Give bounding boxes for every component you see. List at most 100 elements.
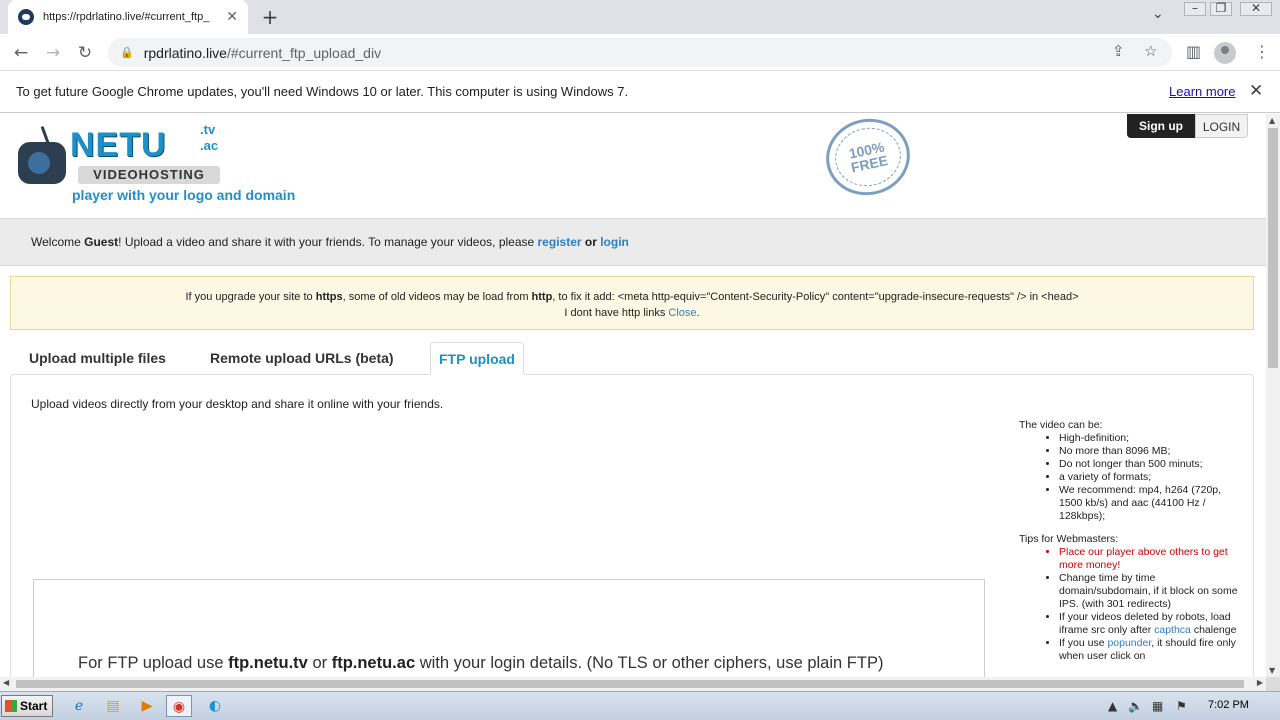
captcha-link[interactable]: capthca: [1154, 624, 1191, 636]
logo-tld-ac: .ac: [200, 138, 219, 153]
notice-text-b: , some of old videos may be load from: [342, 291, 532, 303]
login-link[interactable]: login: [600, 235, 629, 249]
site-favicon-icon: [18, 9, 34, 25]
reload-icon[interactable]: ↻: [72, 40, 98, 66]
vertical-scroll-thumb[interactable]: [1268, 128, 1278, 368]
bookmark-star-icon[interactable]: ☆: [1144, 42, 1157, 60]
browser-tab[interactable]: https://rpdrlatino.live/#current_ftp_ ✕: [8, 0, 248, 34]
site-header: NETU .tv .ac VIDEOHOSTING player with yo…: [0, 114, 1266, 218]
welcome-guest: Guest: [84, 235, 119, 249]
notice-text-a: If you upgrade your site to: [185, 291, 316, 303]
notice-https: https: [315, 291, 343, 303]
chrome-icon[interactable]: ◉: [166, 695, 192, 717]
start-button[interactable]: Start: [1, 695, 53, 717]
address-bar[interactable]: 🔒 rpdrlatino.live/#current_ftp_upload_di…: [108, 38, 1172, 67]
learn-more-link[interactable]: Learn more: [1169, 84, 1235, 99]
video-requirements-list: High-definition; No more than 8096 MB; D…: [1059, 432, 1239, 523]
ftp-text-b: with your login details. (No TLS or othe…: [415, 654, 884, 672]
side-panel-icon[interactable]: ▥: [1186, 42, 1201, 61]
file-explorer-icon[interactable]: ▤: [100, 695, 126, 717]
tips-list: Place our player above others to get mor…: [1059, 546, 1239, 663]
tray-expand-icon[interactable]: ▲: [1108, 699, 1117, 713]
network-icon[interactable]: ▦: [1152, 699, 1163, 713]
tips-heading: Tips for Webmasters:: [1019, 533, 1119, 545]
scroll-up-icon[interactable]: ▲: [1269, 116, 1275, 125]
close-tab-icon[interactable]: ✕: [226, 9, 238, 25]
update-infobar: To get future Google Chrome updates, you…: [0, 71, 1280, 113]
tab-strip: https://rpdrlatino.live/#current_ftp_ ✕ …: [0, 0, 1280, 34]
start-label: Start: [20, 699, 48, 713]
browser-toolbar: ← → ↻ 🔒 rpdrlatino.live/#current_ftp_upl…: [0, 34, 1280, 71]
internet-explorer-icon[interactable]: ℯ: [66, 695, 92, 717]
upload-intro: Upload videos directly from your desktop…: [31, 397, 444, 411]
ftp-instructions: For FTP upload use ftp.netu.tv or ftp.ne…: [78, 654, 883, 673]
url-path: /#current_ftp_upload_div: [226, 44, 382, 61]
edge-icon[interactable]: ◐: [202, 695, 228, 717]
welcome-text: ! Upload a video and share it with your …: [118, 235, 538, 249]
scroll-left-icon[interactable]: ◀: [3, 678, 9, 687]
notice-line-2: I dont have http links Close.: [11, 305, 1253, 321]
taskbar-clock[interactable]: 7:02 PM: [1208, 699, 1249, 711]
notice-text-d: I dont have http links: [564, 307, 669, 319]
tip3-text-end: chalenge: [1190, 624, 1237, 636]
windows-flag-icon: [5, 700, 17, 712]
media-player-icon[interactable]: ▶: [134, 695, 160, 717]
share-icon[interactable]: ⇪: [1112, 42, 1125, 60]
notice-http: http: [531, 291, 553, 303]
volume-icon[interactable]: 🔈: [1128, 699, 1143, 713]
window-close-button[interactable]: ✕: [1240, 2, 1272, 16]
taskbar: Start ℯ ▤ ▶ ◉ ◐ ▲ 🔈 ▦ ⚑ 7:02 PM: [0, 691, 1280, 720]
scroll-down-icon[interactable]: ▼: [1269, 666, 1275, 675]
scroll-corner: [1266, 677, 1280, 691]
tip-item: Place our player above others to get mor…: [1059, 546, 1239, 572]
tab-title: https://rpdrlatino.live/#current_ftp_: [43, 11, 210, 23]
video-can-be-heading: The video can be:: [1019, 419, 1103, 431]
minimize-button[interactable]: –: [1184, 2, 1206, 16]
welcome-bar: Welcome Guest! Upload a video and share …: [0, 218, 1266, 266]
ftp-info-box: For FTP upload use ftp.netu.tv or ftp.ne…: [33, 579, 985, 677]
notice-period: .: [696, 307, 700, 319]
back-icon[interactable]: ←: [8, 40, 34, 66]
notice-close-link[interactable]: Close: [668, 307, 696, 319]
login-button[interactable]: LOGIN: [1195, 114, 1248, 138]
signup-button[interactable]: Sign up: [1127, 114, 1195, 138]
tip-item: If your videos deleted by robots, load i…: [1059, 611, 1239, 637]
menu-kebab-icon[interactable]: ⋮: [1254, 42, 1270, 61]
tab-upload-multiple[interactable]: Upload multiple files: [29, 342, 166, 375]
welcome-or: or: [581, 235, 601, 249]
new-tab-button[interactable]: +: [258, 5, 282, 29]
infobar-close-icon[interactable]: ✕: [1249, 81, 1263, 101]
logo-subtitle: VIDEOHOSTING: [78, 166, 220, 184]
notice-text-c: , to fix it add: <meta http-equiv="Conte…: [552, 291, 1079, 303]
url-host: rpdrlatino.live: [143, 44, 227, 61]
tab-ftp-upload[interactable]: FTP upload: [430, 342, 524, 375]
logo-text[interactable]: NETU: [70, 126, 167, 165]
list-item: We recommend: mp4, h264 (720p, 1500 kb/s…: [1059, 484, 1239, 523]
tip4-text: If you use: [1059, 637, 1108, 649]
popunder-link[interactable]: popunder: [1107, 637, 1151, 649]
tip-item: If you use popunder, it should fire only…: [1059, 637, 1239, 663]
tab-search-icon[interactable]: ⌄: [1152, 6, 1164, 22]
lock-icon[interactable]: 🔒: [120, 46, 134, 59]
info-sidebar: The video can be: High-definition; No mo…: [1019, 419, 1239, 663]
tv-logo-icon: [18, 142, 66, 184]
list-item: High-definition;: [1059, 432, 1239, 445]
scroll-right-icon[interactable]: ▶: [1257, 678, 1263, 687]
forward-icon[interactable]: →: [40, 40, 66, 66]
free-seal-badge: 100% FREE: [819, 114, 917, 203]
register-link[interactable]: register: [538, 235, 582, 249]
tab-remote-upload[interactable]: Remote upload URLs (beta): [210, 342, 394, 375]
horizontal-scrollbar[interactable]: ◀ ▶: [0, 677, 1266, 691]
profile-avatar[interactable]: [1214, 42, 1236, 64]
ftp-or: or: [307, 654, 332, 672]
action-center-flag-icon[interactable]: ⚑: [1176, 699, 1187, 713]
horizontal-scroll-thumb[interactable]: [16, 680, 1244, 688]
https-notice: If you upgrade your site to https, some …: [10, 276, 1254, 330]
vertical-scrollbar[interactable]: ▲ ▼: [1266, 114, 1280, 677]
site-tagline: player with your logo and domain: [72, 187, 296, 203]
welcome-prefix: Welcome: [31, 235, 85, 249]
ftp-text-a: For FTP upload use: [78, 654, 229, 672]
list-item: a variety of formats;: [1059, 471, 1239, 484]
web-page: NETU .tv .ac VIDEOHOSTING player with yo…: [0, 114, 1266, 677]
restore-button[interactable]: ❐: [1210, 2, 1232, 16]
